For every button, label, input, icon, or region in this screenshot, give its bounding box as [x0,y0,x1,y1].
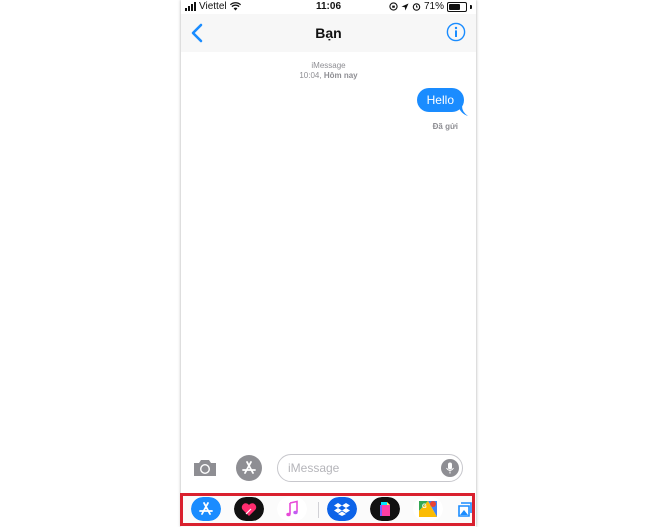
camera-button[interactable] [192,456,218,480]
message-bubble-outgoing[interactable]: Hello [416,88,464,112]
app-store-icon [242,461,256,474]
status-right: 71% [389,1,472,12]
contact-name[interactable]: Bạn [181,25,476,41]
microphone-button[interactable] [441,459,459,477]
alarm-clock-icon [412,3,421,11]
service-label: iMessage [311,61,346,70]
app-store-button[interactable] [236,455,262,481]
message-timestamp: 10:04, Hôm nay [181,71,476,80]
battery-tip [470,4,472,9]
location-arrow-icon [401,3,409,10]
phone-screen: Viettel 11:06 71% Bạn iMessage 10:04, Hô… [181,0,476,527]
status-bar: Viettel 11:06 71% [181,0,476,14]
delivery-status: Đã gửi [432,122,458,131]
info-button[interactable] [446,22,466,42]
timestamp-time: 10:04, [299,71,324,80]
info-icon [446,22,466,42]
camera-icon [194,460,216,476]
message-input[interactable] [277,454,463,482]
timestamp-day: Hôm nay [323,71,358,80]
battery-icon [447,1,467,12]
battery-percentage: 71% [423,1,444,12]
orientation-lock-icon [389,2,398,11]
bubble-tail [458,106,468,116]
microphone-icon [446,462,454,474]
message-composer [181,452,476,486]
app-drawer-highlight [180,493,475,526]
conversation-header: Bạn [181,14,476,52]
